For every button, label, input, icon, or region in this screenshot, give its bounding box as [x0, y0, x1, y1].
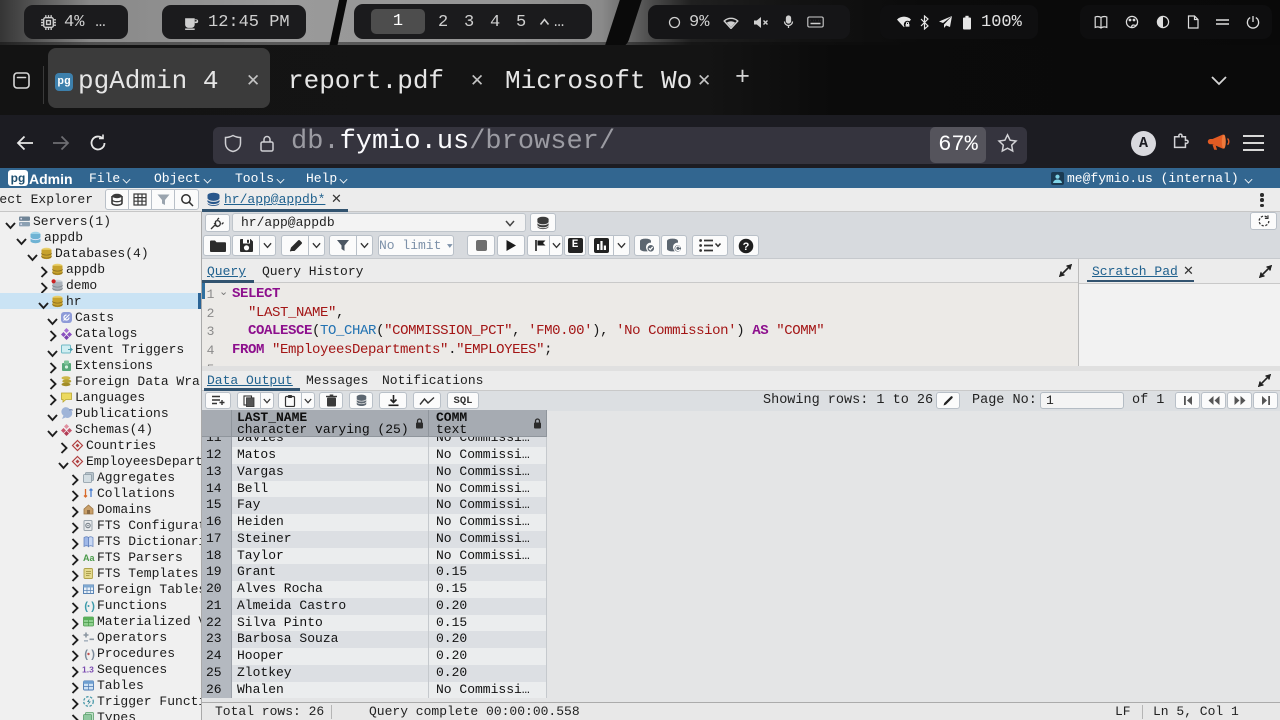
svg-text:?: ? — [743, 241, 750, 253]
svg-text:Aa: Aa — [83, 553, 95, 563]
svg-text:1.3: 1.3 — [82, 664, 94, 674]
